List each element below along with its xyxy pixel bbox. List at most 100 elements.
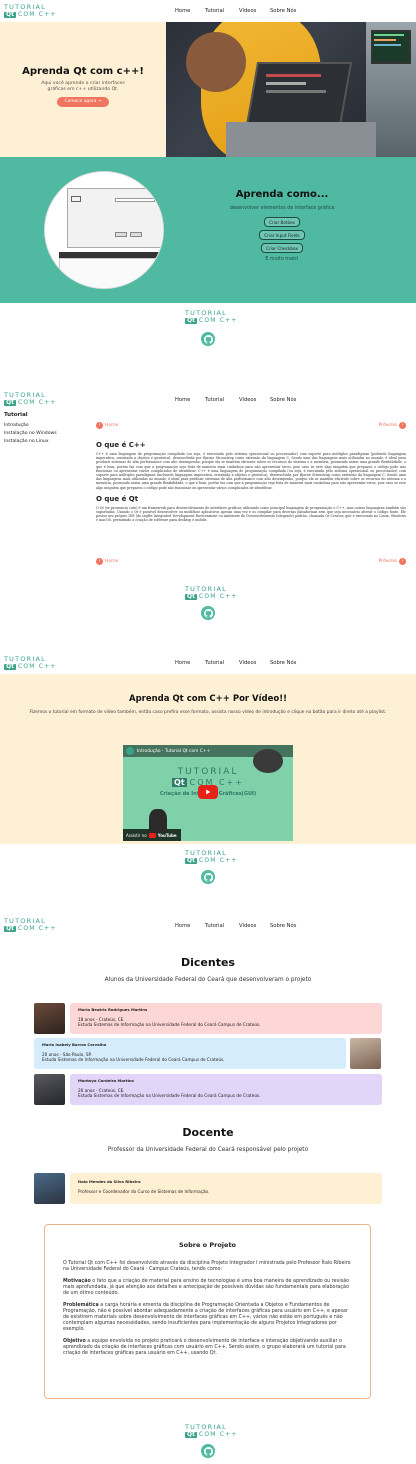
github-icon[interactable]	[201, 1444, 215, 1458]
play-button-icon[interactable]	[198, 785, 218, 799]
logo-text: TUTORIAL	[185, 1423, 227, 1431]
nav-tutorial[interactable]: Tutorial	[205, 397, 239, 403]
section-title-cpp: O que é C++	[96, 441, 146, 449]
teacher-subtitle: Professor da Universidade Federal do Cea…	[107, 1147, 309, 1153]
learn-item: Criar Checkbox	[261, 243, 303, 253]
youtube-label: YouTube	[157, 832, 177, 838]
nav-tutorial[interactable]: Tutorial	[205, 923, 239, 929]
presenter-figure	[149, 809, 167, 833]
student-photo	[34, 1074, 65, 1105]
student-name: Montoya Cordeiro Martins	[78, 1078, 134, 1083]
next-link[interactable]: Próximo ›	[379, 558, 406, 565]
logo-text-2: COM C++	[198, 592, 238, 600]
motivation-label: Motivação	[63, 1279, 91, 1284]
footer-2: TUTORIAL Qt COM C++	[0, 584, 416, 624]
home-header: TUTORIAL Qt COM C++ Home Tutorial Vídeos …	[0, 0, 416, 22]
site-logo[interactable]: TUTORIAL Qt COM C++	[4, 918, 57, 932]
app-screenshot	[44, 171, 164, 289]
site-logo[interactable]: TUTORIAL Qt COM C++	[4, 656, 57, 670]
presenter-figure	[253, 749, 283, 773]
logo-text-2: COM C++	[17, 662, 57, 670]
nav-videos[interactable]: Vídeos	[239, 8, 270, 14]
nav-home[interactable]: Home	[175, 8, 205, 14]
section-title-qt: O que é Qt	[96, 494, 139, 503]
project-problem: Problemática a carga horária e ementa da…	[63, 1303, 352, 1333]
nav-tutorial[interactable]: Tutorial	[205, 8, 239, 14]
nav-videos[interactable]: Vídeos	[239, 397, 270, 403]
logo-qt: Qt	[185, 592, 197, 600]
nav-tutorial[interactable]: Tutorial	[205, 660, 239, 666]
main-nav: Home Tutorial Vídeos Sobre Nós	[175, 8, 310, 14]
nav-about[interactable]: Sobre Nós	[270, 397, 310, 403]
logo-text: TUTORIAL	[185, 849, 227, 857]
learn-title: Aprenda como...	[235, 189, 329, 200]
video-title: Introdução - Tutorial Qt com C++	[137, 748, 211, 754]
student-course: Estuda Sistemas de Informação na Univers…	[42, 1057, 225, 1062]
problem-text: a carga horária e ementa da disciplina d…	[63, 1303, 348, 1332]
arrow-right-icon: →	[97, 99, 102, 104]
logo-text: TUTORIAL	[4, 917, 46, 925]
nav-videos[interactable]: Vídeos	[239, 923, 270, 929]
nav-home[interactable]: Home	[175, 660, 205, 666]
main-nav: Home Tutorial Vídeos Sobre Nós	[175, 923, 310, 929]
nav-home[interactable]: Home	[175, 397, 205, 403]
logo-text: TUTORIAL	[185, 309, 227, 317]
learn-item: Criar Input Fields	[259, 230, 305, 240]
goal-label: Objetivo	[63, 1339, 86, 1344]
project-intro: O Tutorial Qt com C++ foi desenvolvido a…	[63, 1261, 351, 1272]
start-now-button[interactable]: Comece agora →	[57, 97, 109, 107]
prev-link[interactable]: ‹ Home	[96, 422, 119, 429]
github-icon[interactable]	[201, 332, 215, 346]
learn-subtitle: desenvolver elementos de interface gráfi…	[229, 206, 335, 211]
logo-text-2: COM C++	[198, 1430, 238, 1438]
teacher-title: Docente	[182, 1126, 234, 1139]
tutorial-sidebar: Tutorial Introdução Instalação no Window…	[4, 412, 84, 444]
logo-text: TUTORIAL	[185, 585, 227, 593]
student-course: Estuda Sistemas de Informação na Univers…	[78, 1022, 261, 1027]
teacher-card: Ítalo Mendes da Silva Ribeiro Professor …	[70, 1173, 382, 1204]
nav-about[interactable]: Sobre Nós	[270, 8, 310, 14]
nav-videos[interactable]: Vídeos	[239, 660, 270, 666]
hero-section: Aprenda Qt com c++! Aqui você aprende a …	[0, 22, 416, 157]
prev-link[interactable]: ‹ Home	[96, 558, 119, 565]
nav-about[interactable]: Sobre Nós	[270, 923, 310, 929]
student-photo	[34, 1003, 65, 1034]
videos-header: TUTORIAL Qt COM C++ Home Tutorial Vídeos …	[0, 654, 416, 674]
student-card: Maria Beatriz Rodrigues Martins 18 anos …	[70, 1003, 382, 1034]
sidebar-item-windows[interactable]: Instalação no Windows	[4, 431, 84, 436]
logo-text-2: COM C++	[198, 856, 238, 864]
goal-text: a equipe envolvida no projeto praticará …	[63, 1339, 346, 1356]
next-link[interactable]: Próximo ›	[379, 422, 406, 429]
hero-subtitle: Aqui você aprende a criar interfaces grá…	[41, 81, 125, 92]
site-logo[interactable]: TUTORIAL Qt COM C++	[4, 4, 57, 18]
youtube-icon	[148, 832, 156, 838]
sidebar-title: Tutorial	[4, 412, 28, 418]
github-icon[interactable]	[201, 870, 215, 884]
teacher-info: Professor e Coordenador do Curso de Sist…	[78, 1189, 210, 1194]
thumb-qt: Qt	[172, 778, 187, 787]
watch-on-label: Assistir no	[126, 832, 147, 838]
logo-text: TUTORIAL	[4, 391, 46, 399]
main-nav: Home Tutorial Vídeos Sobre Nós	[175, 660, 310, 666]
sidebar-item-linux[interactable]: Instalação no Linux	[4, 439, 84, 444]
motivation-text: o fato que a criação de material para en…	[63, 1279, 350, 1296]
start-now-label: Comece agora	[64, 99, 97, 104]
student-card: Maria Isabely Barros Carvalho 20 anos - …	[34, 1038, 346, 1069]
arrow-right-icon: ›	[399, 558, 406, 565]
footer-3: TUTORIAL Qt COM C++	[0, 848, 416, 888]
nav-about[interactable]: Sobre Nós	[270, 660, 310, 666]
tutorial-header: TUTORIAL Qt COM C++ Home Tutorial Vídeos …	[0, 390, 416, 410]
hero-title: Aprenda Qt com c++!	[22, 66, 144, 77]
project-box: Sobre o Projeto O Tutorial Qt com C++ fo…	[44, 1224, 371, 1399]
section-text-cpp: C++ é uma linguagem de programação compi…	[96, 452, 406, 490]
sidebar-item-introduction[interactable]: Introdução	[4, 423, 84, 428]
video-player[interactable]: Introdução - Tutorial Qt com C++ TUTORIA…	[123, 745, 293, 841]
videos-subtitle: Fizemos o tutorial em formato de vídeo t…	[29, 710, 387, 715]
site-logo[interactable]: TUTORIAL Qt COM C++	[4, 392, 57, 406]
arrow-left-icon: ‹	[96, 558, 103, 565]
nav-home[interactable]: Home	[175, 923, 205, 929]
github-icon[interactable]	[201, 606, 215, 620]
channel-avatar	[126, 747, 134, 755]
learn-list: Criar Botões Criar Input Fields Criar Ch…	[202, 217, 362, 253]
videos-title: Aprenda Qt com C++ Por Vídeo!!	[129, 694, 287, 704]
